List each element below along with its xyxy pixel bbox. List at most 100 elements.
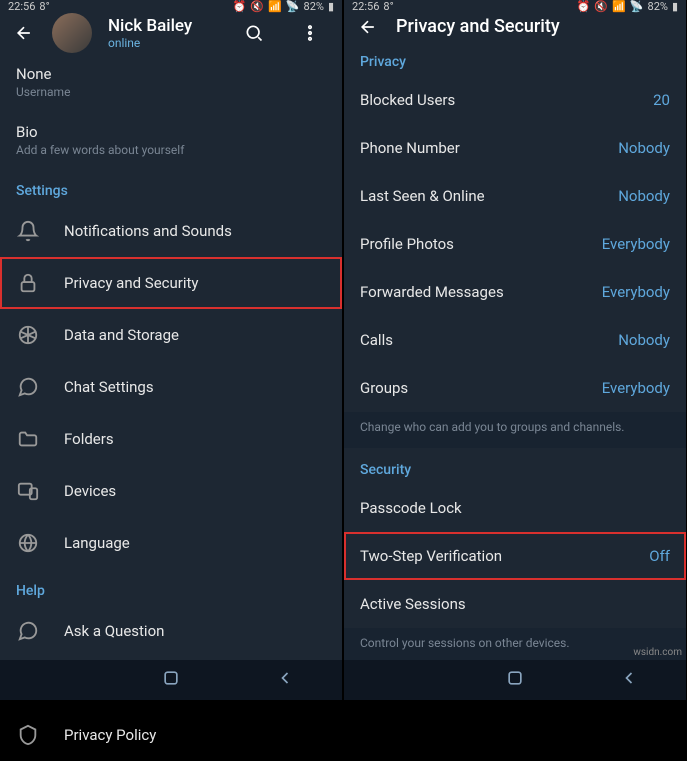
status-time: 22:56 [352, 0, 379, 13]
wifi-icon: 📶 [268, 0, 282, 13]
battery-icon: ▮ [672, 0, 678, 13]
profile-header: Nick Bailey online [0, 13, 342, 53]
nav-bar [344, 660, 686, 700]
security-row[interactable]: Two-Step VerificationOff [344, 532, 686, 580]
watermark: wsidn.com [633, 647, 682, 658]
user-status: online [108, 36, 218, 50]
avatar[interactable] [52, 13, 92, 53]
privacy-row[interactable]: Last Seen & OnlineNobody [344, 172, 686, 220]
row-label: Two-Step Verification [360, 547, 649, 565]
data-icon [16, 323, 40, 347]
settings-row[interactable]: Chat Settings [0, 361, 342, 413]
privacy-row[interactable]: Phone NumberNobody [344, 124, 686, 172]
security-row[interactable]: Passcode Lock [344, 484, 686, 532]
username-row[interactable]: None Username [0, 53, 342, 111]
privacy-row[interactable]: Blocked Users20 [344, 76, 686, 124]
security-header: Security [344, 448, 686, 484]
username-label: Username [16, 85, 326, 99]
signal-icon: 📡 [630, 0, 644, 13]
row-label: Profile Photos [360, 235, 602, 253]
settings-row[interactable]: Privacy and Security [0, 257, 342, 309]
row-label: Blocked Users [360, 91, 653, 109]
privacy-row[interactable]: CallsNobody [344, 316, 686, 364]
help-row[interactable]: Ask a Question [0, 605, 342, 657]
security-footer: Control your sessions on other devices. [344, 628, 686, 664]
row-label: Groups [360, 379, 602, 397]
privacy-header: Privacy [344, 40, 686, 76]
row-label: Language [64, 534, 326, 552]
user-name: Nick Bailey [108, 16, 218, 36]
back-button[interactable] [356, 15, 380, 39]
row-label: Data and Storage [64, 326, 326, 344]
privacy-screen: 22:56 8° ⏰ 🔇 📶 📡 82% ▮ Privacy and Securi… [344, 0, 686, 700]
privacy-row[interactable]: GroupsEverybody [344, 364, 686, 412]
row-label: Privacy Policy [64, 726, 326, 744]
header: Privacy and Security [344, 13, 686, 40]
row-value: 20 [653, 91, 670, 109]
row-label: Passcode Lock [360, 499, 670, 517]
row-label: Calls [360, 331, 618, 349]
alarm-icon: ⏰ [577, 0, 591, 13]
nav-back-button[interactable] [275, 668, 295, 692]
row-value: Nobody [618, 187, 670, 205]
page-title: Privacy and Security [396, 16, 560, 37]
row-value: Everybody [602, 283, 670, 301]
nav-recent-button[interactable] [47, 668, 67, 692]
nav-recent-button[interactable] [391, 668, 411, 692]
settings-row[interactable]: Folders [0, 413, 342, 465]
status-time: 22:56 [8, 0, 35, 13]
battery-icon: ▮ [328, 0, 334, 13]
row-label: Chat Settings [64, 378, 326, 396]
globe-icon [16, 531, 40, 555]
row-label: Last Seen & Online [360, 187, 618, 205]
mute-icon: 🔇 [594, 0, 608, 13]
nav-home-button[interactable] [505, 668, 525, 692]
security-row[interactable]: Active Sessions [344, 580, 686, 628]
wifi-icon: 📶 [612, 0, 626, 13]
nav-back-button[interactable] [619, 668, 639, 692]
settings-row[interactable]: Language [0, 517, 342, 569]
settings-screen: 22:568° ⏰ 🔇 📶 📡 82% ▮ Nick Bailey online… [0, 0, 342, 700]
chat-icon [16, 375, 40, 399]
more-button[interactable] [290, 13, 330, 53]
privacy-row[interactable]: Profile PhotosEverybody [344, 220, 686, 268]
row-label: Notifications and Sounds [64, 222, 326, 240]
status-temp: 8° [383, 0, 393, 13]
row-label: Active Sessions [360, 595, 670, 613]
battery-text: 82% [648, 0, 668, 13]
row-label: Folders [64, 430, 326, 448]
privacy-footer: Change who can add you to groups and cha… [344, 412, 686, 448]
folder-icon [16, 427, 40, 451]
back-button[interactable] [12, 21, 36, 45]
status-temp: 8° [39, 0, 49, 13]
lock-icon [16, 271, 40, 295]
mute-icon: 🔇 [250, 0, 264, 13]
bio-label: Add a few words about yourself [16, 143, 326, 157]
nav-bar [0, 660, 342, 700]
row-label: Phone Number [360, 139, 618, 157]
devices-icon [16, 479, 40, 503]
status-bar: 22:56 8° ⏰ 🔇 📶 📡 82% ▮ [344, 0, 686, 13]
row-label: Ask a Question [64, 622, 326, 640]
row-label: Forwarded Messages [360, 283, 602, 301]
settings-row[interactable]: Devices [0, 465, 342, 517]
settings-header: Settings [0, 169, 342, 205]
search-button[interactable] [234, 13, 274, 53]
privacy-row[interactable]: Forwarded MessagesEverybody [344, 268, 686, 316]
username-value: None [16, 65, 326, 83]
status-bar: 22:568° ⏰ 🔇 📶 📡 82% ▮ [0, 0, 342, 13]
help-row[interactable]: Privacy Policy [0, 709, 342, 761]
row-value: Everybody [602, 379, 670, 397]
chat-icon [16, 619, 40, 643]
settings-row[interactable]: Notifications and Sounds [0, 205, 342, 257]
bell-icon [16, 219, 40, 243]
row-label: Privacy and Security [64, 274, 326, 292]
battery-text: 82% [304, 0, 324, 13]
nav-home-button[interactable] [161, 668, 181, 692]
row-value: Nobody [618, 331, 670, 349]
settings-row[interactable]: Data and Storage [0, 309, 342, 361]
bio-row[interactable]: Bio Add a few words about yourself [0, 111, 342, 169]
row-label: Devices [64, 482, 326, 500]
shield-icon [16, 723, 40, 747]
bio-value: Bio [16, 123, 326, 141]
